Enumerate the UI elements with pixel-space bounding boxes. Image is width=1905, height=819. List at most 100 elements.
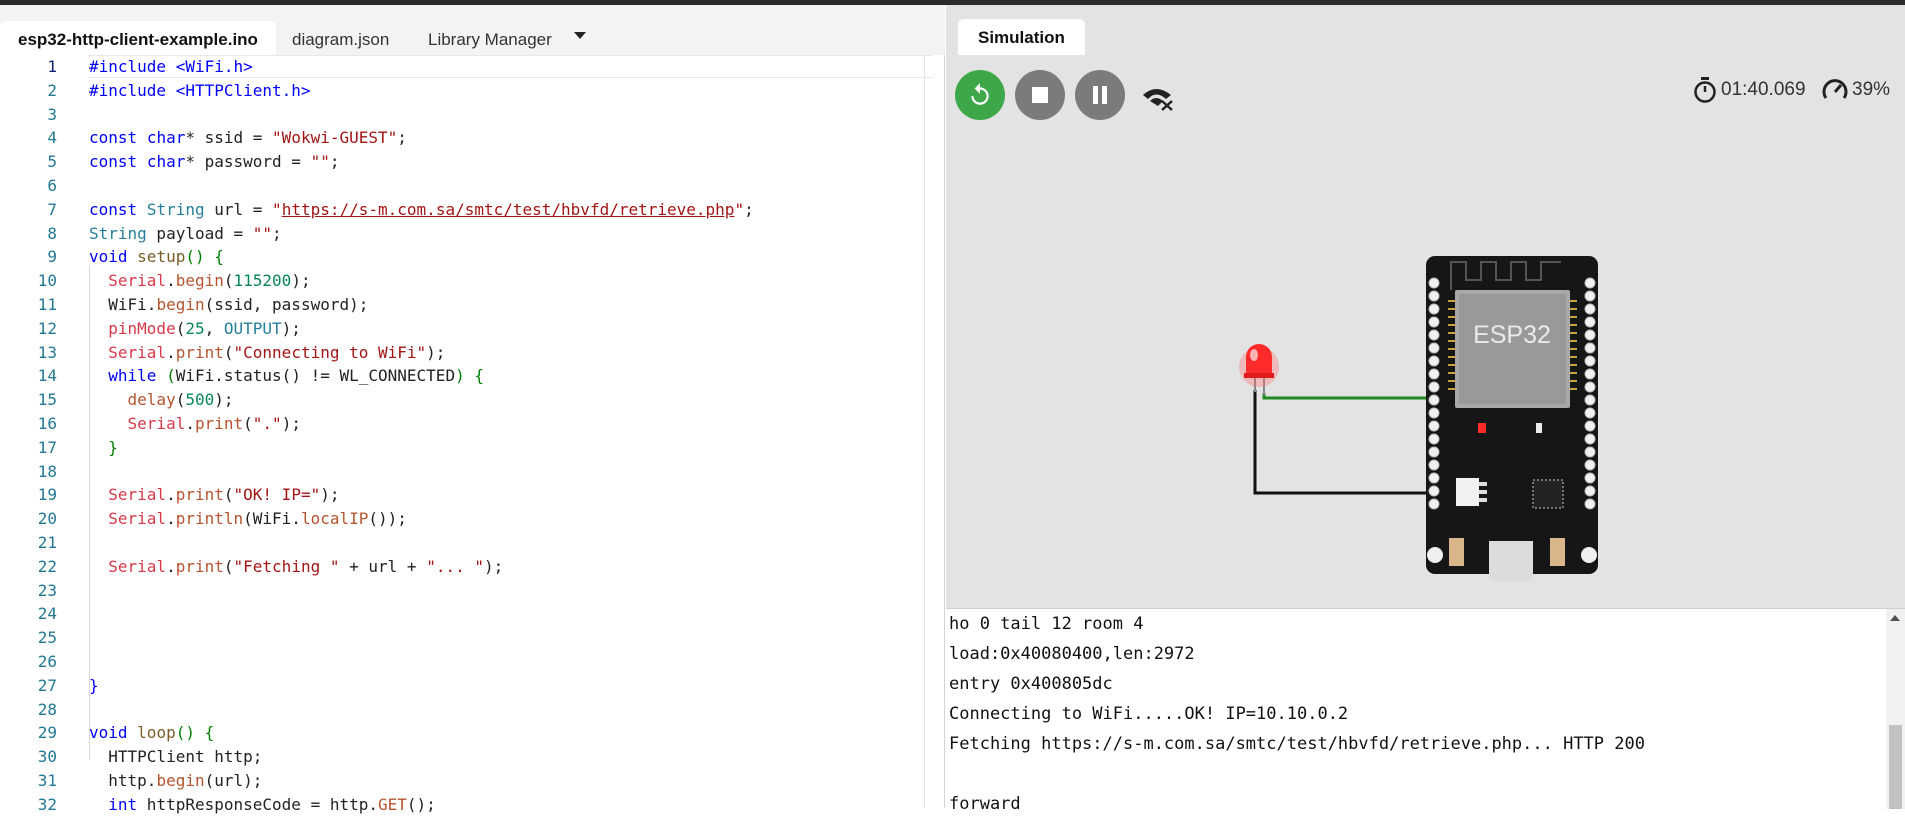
code-line: 5 const char* password = ""; [0, 150, 945, 174]
code-line: 32 int httpResponseCode = http.GET(); [0, 793, 945, 817]
line-number: 6 [47, 176, 57, 195]
line-number: 1 [47, 57, 57, 76]
code-line: 11 WiFi.begin(ssid, password); [0, 293, 945, 317]
serial-monitor[interactable]: ho 0 tail 12 room 4 load:0x40080400,len:… [946, 608, 1905, 814]
url-link[interactable]: https://s-m.com.sa/smtc/test/hbvfd/retri… [282, 200, 735, 219]
code-line: 15 delay(500); [0, 388, 945, 412]
line-number: 8 [47, 223, 57, 243]
string-literal: "Connecting to WiFi" [233, 342, 427, 362]
chevron-down-icon[interactable] [574, 32, 586, 39]
tab-diagram-json[interactable]: diagram.json [274, 21, 407, 55]
pause-icon [1093, 86, 1107, 104]
code-line: 21 [0, 531, 945, 555]
editor-tab-bar: esp32-http-client-example.ino diagram.js… [0, 5, 945, 55]
simulation-pane: Simulation ESP32 01:40.069 39% ho 0 tail… [946, 5, 1905, 814]
string-literal: "... " [426, 556, 484, 576]
scroll-up-icon[interactable] [1890, 615, 1900, 621]
serial-output: ho 0 tail 12 room 4 load:0x40080400,len:… [949, 609, 1645, 819]
code-line: 23 [0, 579, 945, 603]
code-line: 24 [0, 602, 945, 626]
code-line: 16 Serial.print("."); [0, 412, 945, 436]
led-red[interactable] [1239, 344, 1279, 395]
serial-line: Connecting to WiFi.....OK! IP=10.10.0.2 [949, 704, 1349, 724]
timer-value: 01:40.069 [1721, 79, 1806, 100]
code-line: 12 pinMode(25, OUTPUT); [0, 317, 945, 341]
speed-value: 39% [1852, 79, 1891, 100]
chip-label: ESP32 [1473, 321, 1551, 349]
line-number: 9 [47, 247, 57, 267]
pause-button[interactable] [1075, 70, 1125, 120]
line-number: 25 [37, 628, 57, 648]
string-literal: "." [252, 414, 282, 433]
string-literal: "Fetching " [233, 556, 340, 576]
line-number: 28 [37, 699, 57, 719]
line-number: 26 [37, 652, 57, 671]
code-line: 6 [0, 174, 945, 198]
code-line: 10 Serial.begin(115200); [0, 269, 945, 293]
line-number: 5 [47, 152, 57, 172]
code-text: #include <WiFi.h> [89, 57, 253, 76]
wifi-off-icon[interactable] [1141, 85, 1175, 111]
stop-button[interactable] [1015, 70, 1065, 120]
serial-line: forward [949, 794, 1021, 814]
code-line: 28 [0, 698, 945, 722]
serial-line: entry 0x400805dc [949, 674, 1113, 694]
green-wire [1262, 393, 1427, 400]
line-number: 22 [37, 556, 57, 576]
string-literal: "OK! IP=" [233, 485, 321, 505]
line-number: 29 [37, 723, 57, 743]
line-number: 20 [37, 509, 57, 529]
serial-line: load:0x40080400,len:2972 [949, 644, 1195, 664]
code-line: 2 #include <HTTPClient.h> [0, 79, 945, 103]
line-number: 21 [37, 533, 57, 552]
pin-mode: OUTPUT [223, 318, 282, 338]
circuit-diagram: ESP32 [1239, 256, 1598, 581]
code-line: 17 } [0, 436, 945, 460]
code-line: 3 [0, 103, 945, 127]
simulation-canvas[interactable]: ESP32 01:40.069 39% [946, 55, 1905, 608]
line-number: 10 [37, 271, 57, 291]
line-number: 7 [47, 199, 57, 219]
tab-library-manager[interactable]: Library Manager [410, 21, 570, 55]
line-number: 3 [47, 104, 57, 124]
line-number: 12 [37, 318, 57, 338]
line-number: 27 [37, 675, 57, 695]
line-number: 17 [37, 437, 57, 457]
code-line: 19 Serial.print("OK! IP="); [0, 483, 945, 507]
tab-simulation[interactable]: Simulation [958, 19, 1085, 55]
tab-sketch-file[interactable]: esp32-http-client-example.ino [0, 21, 276, 55]
code-line: 31 http.begin(url); [0, 769, 945, 793]
code-line: 30 HTTPClient http; [0, 745, 945, 769]
code-line: 20 Serial.println(WiFi.localIP()); [0, 507, 945, 531]
stopwatch-icon [1694, 77, 1716, 103]
code-line: 7 const String url = "https://s-m.com.sa/… [0, 198, 945, 222]
code-area[interactable]: 1 #include <WiFi.h> 2 #include <HTTPClient… [0, 55, 945, 814]
code-line: 1 #include <WiFi.h> [0, 55, 945, 79]
serial-line [949, 759, 1645, 789]
line-number: 18 [37, 461, 57, 481]
restart-button[interactable] [955, 70, 1005, 120]
pin-number: 25 [185, 318, 205, 338]
simulation-tab-bar: Simulation [946, 5, 1905, 55]
line-number: 16 [37, 414, 57, 433]
line-number: 14 [37, 366, 57, 386]
black-wire [1253, 390, 1427, 495]
serial-scroll-thumb[interactable] [1889, 725, 1902, 809]
code-line: 18 [0, 460, 945, 484]
code-line: 14 while (WiFi.status() != WL_CONNECTED)… [0, 364, 945, 388]
simulation-speed: 39% [1822, 76, 1890, 104]
speedometer-icon [1822, 79, 1848, 99]
serial-line: Fetching https://s-m.com.sa/smtc/test/hb… [949, 734, 1645, 754]
line-number: 24 [37, 604, 57, 624]
code-line: 29 void loop() { [0, 721, 945, 745]
code-line: 4 const char* ssid = "Wokwi-GUEST"; [0, 126, 945, 150]
code-line: 27} [0, 674, 945, 698]
line-number: 11 [37, 295, 57, 314]
password-literal: "" [310, 152, 330, 172]
serial-line: ho 0 tail 12 room 4 [949, 614, 1144, 634]
simulation-timer: 01:40.069 [1693, 76, 1806, 104]
esp32-board[interactable]: ESP32 [1426, 256, 1598, 581]
code-line: 8 String payload = ""; [0, 222, 945, 246]
line-number: 23 [37, 580, 57, 600]
line-number: 4 [47, 128, 57, 148]
